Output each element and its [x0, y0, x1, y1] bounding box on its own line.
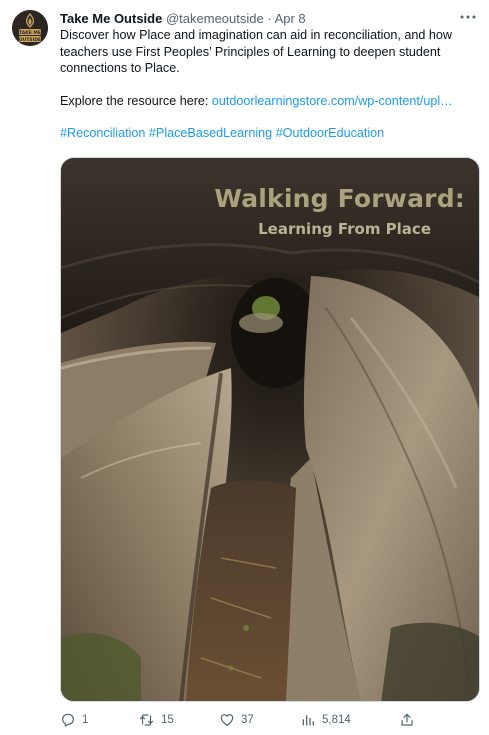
views-count: 5,814: [322, 714, 351, 726]
reply-count: 1: [82, 714, 89, 726]
hollow-log-photo: [61, 158, 479, 701]
views-chart-icon: [302, 715, 314, 726]
resource-link[interactable]: outdoorlearningstore.com/wp-content/upl…: [212, 94, 453, 108]
more-dots-icon: [460, 15, 476, 19]
explore-prefix: Explore the resource here:: [60, 93, 212, 108]
tweet-text: Discover how Place and imagination can a…: [60, 27, 478, 142]
avatar-text-top: TAKE ME: [19, 30, 41, 36]
media-subtitle: Learning From Place: [258, 220, 431, 238]
hashtag-line: #Reconciliation #PlaceBasedLearning #Out…: [60, 125, 478, 142]
views-button[interactable]: 5,814: [300, 710, 351, 730]
like-count: 37: [241, 714, 254, 726]
avatar-text-bottom: OUTSIDE: [19, 37, 41, 43]
tweet-header: Take Me Outside @takemeoutside · Apr 8: [60, 10, 465, 28]
reply-icon: [62, 713, 74, 727]
tweet-media-image[interactable]: Walking Forward: Learning From Place: [60, 157, 480, 702]
repost-button[interactable]: 15: [138, 710, 174, 730]
tweet-text-paragraph: Discover how Place and imagination can a…: [60, 28, 453, 75]
explore-line: Explore the resource here: outdoorlearni…: [60, 93, 478, 110]
separator-dot: ·: [267, 11, 272, 26]
like-button[interactable]: 37: [219, 710, 254, 730]
tweet-actions-bar: 1 15 37 5,814: [60, 710, 420, 730]
repost-icon: [139, 714, 154, 726]
repost-count: 15: [161, 714, 174, 726]
share-icon: [401, 713, 413, 726]
take-me-outside-logo: TAKE ME OUTSIDE: [12, 10, 48, 46]
share-button[interactable]: [399, 710, 415, 730]
avatar[interactable]: TAKE ME OUTSIDE: [12, 10, 48, 46]
media-title: Walking Forward:: [214, 184, 465, 213]
hashtag-outdooreducation[interactable]: #OutdoorEducation: [276, 126, 385, 140]
heart-icon: [220, 714, 234, 726]
tweet-date[interactable]: Apr 8: [275, 11, 306, 26]
tweet-card[interactable]: TAKE ME OUTSIDE Take Me Outside @takemeo…: [0, 0, 489, 735]
author-name[interactable]: Take Me Outside: [60, 11, 162, 26]
author-handle[interactable]: @takemeoutside: [166, 11, 264, 26]
hashtag-placebasedlearning[interactable]: #PlaceBasedLearning: [149, 126, 272, 140]
more-options-button[interactable]: [457, 8, 479, 26]
reply-button[interactable]: 1: [60, 710, 88, 730]
hashtag-reconciliation[interactable]: #Reconciliation: [60, 126, 145, 140]
